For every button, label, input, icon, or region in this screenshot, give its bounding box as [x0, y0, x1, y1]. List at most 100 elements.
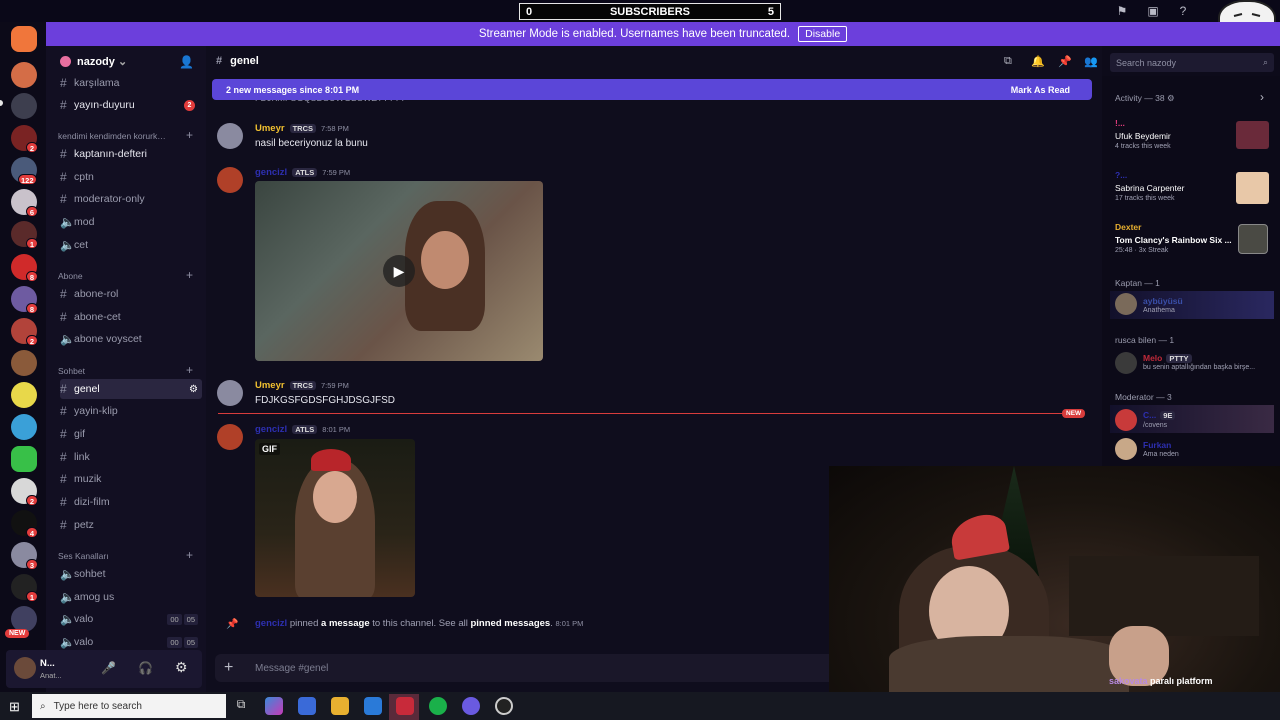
webcam-overlay: sakovata paralı platform [829, 466, 1280, 692]
settings-gear-icon[interactable]: ⚙ [189, 384, 202, 395]
server-icon[interactable] [11, 350, 37, 376]
voice-channel-valo[interactable]: 🔈 valo 00 05 [60, 632, 202, 652]
avatar[interactable] [217, 123, 243, 149]
voice-channel-sohbet[interactable]: 🔈 sohbet [60, 564, 202, 584]
activity-card[interactable]: Dexter Tom Clancy's Rainbow Six ... 25:4… [1115, 222, 1232, 254]
channel-muzik[interactable]: # muzik [60, 469, 202, 489]
category-sohbet[interactable]: Sohbet [58, 366, 85, 376]
speaker-icon: 🔈 [60, 590, 75, 604]
avatar[interactable] [1115, 438, 1137, 460]
gif-attachment[interactable]: GIF [255, 439, 415, 597]
copilot-icon[interactable] [265, 697, 283, 715]
channel-link[interactable]: # link [60, 447, 202, 467]
voice-channel-valo[interactable]: 🔈 valo 00 05 [60, 609, 202, 629]
help-icon[interactable]: ? [1175, 3, 1191, 19]
server-icon[interactable] [11, 414, 37, 440]
add-member-icon[interactable]: 👤 [179, 55, 194, 69]
message-header: gencizl ATLS 8:01 PM [255, 424, 350, 435]
system-user[interactable]: gencizl [255, 618, 287, 629]
play-icon[interactable]: ▶ [383, 255, 415, 287]
voice-channel-amog-us[interactable]: 🔈 amog us [60, 587, 202, 607]
activity-card[interactable]: ?... Sabrina Carpenter 17 tracks this we… [1115, 170, 1184, 202]
channel-moderator-only[interactable]: # moderator-only [60, 189, 202, 209]
server-icon[interactable] [11, 446, 37, 472]
message-author[interactable]: Umeyr [255, 380, 285, 391]
pinned-messages-link[interactable]: pinned messages [470, 618, 550, 629]
add-attachment-icon[interactable]: + [224, 659, 233, 677]
avatar[interactable] [217, 424, 243, 450]
channel-abone-voyscet[interactable]: 🔈 abone voyscet [60, 329, 202, 349]
channel-cptn[interactable]: # cptn [60, 167, 202, 187]
video-attachment[interactable]: ▶ [255, 181, 543, 361]
flag-icon[interactable]: ⚑ [1114, 3, 1130, 19]
headphones-icon[interactable]: 🎧 [138, 661, 153, 675]
category-abone[interactable]: Abone [58, 271, 83, 281]
channel-genel[interactable]: # genel ⚙ [60, 379, 202, 399]
gear-icon[interactable]: ⚙ [1167, 93, 1175, 103]
discord-icon[interactable] [462, 697, 480, 715]
server-icon[interactable] [11, 93, 37, 119]
channel-gif[interactable]: # gif [60, 424, 202, 444]
windows-start-icon[interactable]: ⊞ [9, 699, 20, 715]
role-header-kaptan: Kaptan — 1 [1115, 278, 1160, 288]
search-input[interactable]: Search nazody ⌕ [1110, 53, 1274, 72]
channel-yayin-klip[interactable]: # yayin-klip [60, 401, 202, 421]
message-author[interactable]: gencizl [255, 424, 287, 435]
bell-icon[interactable]: 🔔 [1031, 55, 1045, 68]
threads-icon[interactable]: ⧉ [1004, 55, 1012, 68]
channel-mod[interactable]: 🔈 mod [60, 212, 202, 232]
taskbar-search[interactable]: ⌕ Type here to search [32, 694, 226, 718]
add-channel-icon[interactable]: + [186, 268, 193, 282]
channel-yayin-duyuru[interactable]: # yayın-duyuru [60, 95, 202, 115]
file-explorer-icon[interactable] [331, 697, 349, 715]
member-name[interactable]: Furkan [1143, 440, 1171, 450]
pin-icon[interactable]: 📌 [1058, 55, 1072, 68]
members-icon[interactable]: 👥 [1084, 55, 1098, 68]
add-channel-icon[interactable]: + [186, 548, 193, 562]
microphone-icon[interactable]: 🎤 [101, 661, 116, 675]
server-icon[interactable] [11, 62, 37, 88]
mark-as-read-button[interactable]: Mark As Read [1011, 85, 1070, 95]
task-view-icon[interactable]: ⧉ [232, 697, 250, 715]
new-badge: NEW [5, 629, 30, 638]
member-name[interactable]: Melo [1143, 353, 1162, 363]
disable-streamer-button[interactable]: Disable [798, 26, 848, 42]
pinned-message-link[interactable]: a message [321, 618, 370, 629]
channel-karsilama[interactable]: # karşılama [60, 73, 202, 93]
obs-icon[interactable] [495, 697, 513, 715]
screen-icon[interactable]: ▣ [1145, 3, 1161, 19]
category-kendimi[interactable]: kendimi kendimden korurk… [58, 131, 166, 141]
user-settings-icon[interactable]: ⚙ [175, 659, 188, 676]
channel-kaptanin-defteri[interactable]: # kaptanın-defteri [60, 144, 202, 164]
avatar[interactable] [217, 380, 243, 406]
add-channel-icon[interactable]: + [186, 128, 193, 142]
chevron-down-icon: ⌄ [117, 56, 128, 68]
spotify-icon[interactable] [429, 697, 447, 715]
chevron-right-icon[interactable]: › [1260, 90, 1264, 104]
speaker-icon: 🔈 [60, 332, 75, 346]
discord-home-icon[interactable] [11, 26, 37, 52]
add-channel-icon[interactable]: + [186, 363, 193, 377]
channel-abone-rol[interactable]: # abone-rol [60, 284, 202, 304]
avatar[interactable] [217, 167, 243, 193]
activity-card[interactable]: !... Ufuk Beydemir 4 tracks this week [1115, 118, 1171, 150]
message-text: nasil beceriyonuz la bunu [255, 138, 368, 149]
album-art [1236, 121, 1269, 149]
avatar[interactable] [1115, 352, 1137, 374]
store-icon[interactable] [298, 697, 316, 715]
message-author[interactable]: gencizl [255, 167, 287, 178]
category-ses-kanallari[interactable]: Ses Kanalları [58, 551, 109, 561]
message-input[interactable]: Message #genel [255, 663, 328, 674]
channel-abone-cet[interactable]: # abone-cet [60, 307, 202, 327]
outlook-icon[interactable] [364, 697, 382, 715]
hash-icon: # [60, 192, 67, 206]
server-icon[interactable] [11, 382, 37, 408]
channel-petz[interactable]: # petz [60, 515, 202, 535]
avatar[interactable] [14, 657, 36, 679]
channel-cet[interactable]: 🔈 cet [60, 235, 202, 255]
server-name[interactable]: nazody ⌄ [77, 55, 127, 68]
message-timestamp: 7:58 PM [321, 124, 349, 133]
message-author[interactable]: Umeyr [255, 123, 285, 134]
channel-dizi-film[interactable]: # dizi-film [60, 492, 202, 512]
new-messages-bar[interactable]: 2 new messages since 8:01 PM Mark As Rea… [212, 79, 1092, 100]
